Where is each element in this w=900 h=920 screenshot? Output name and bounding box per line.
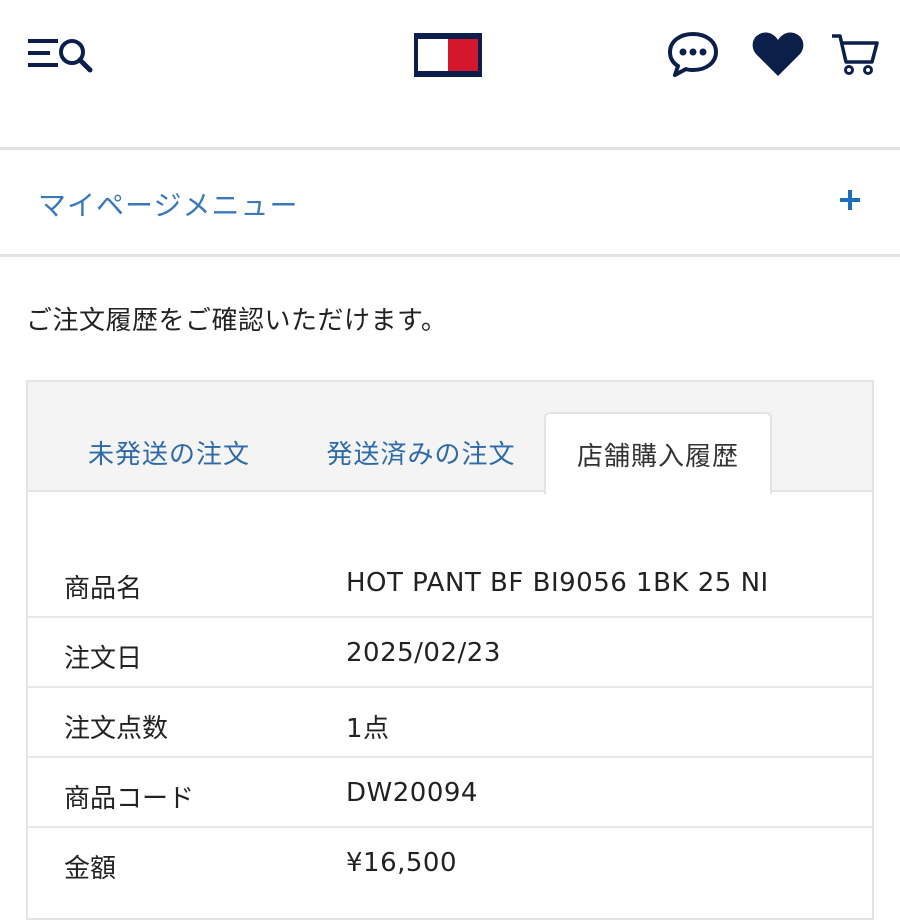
order-date-value: 2025/02/23 [346,638,501,668]
item-count-value: 1点 [346,714,390,744]
menu-divider [0,254,900,257]
product-code-label: 商品コード [64,784,195,814]
mypage-menu-label: マイページメニュー [38,189,299,222]
tab-shipped-orders[interactable]: 発送済みの注文 [294,412,548,492]
table-row: 金額 ¥16,500 [28,828,872,898]
amount-value: ¥16,500 [346,848,458,878]
table-row: 注文点数 1点 [28,688,872,758]
site-header [0,0,900,148]
intro-text: ご注文履歴をご確認いただけます。 [26,306,448,336]
heart-icon[interactable] [750,30,806,78]
product-name-label: 商品名 [64,574,143,604]
menu-search-icon[interactable] [26,34,96,74]
tab-unshipped-orders[interactable]: 未発送の注文 [54,412,284,492]
order-date-label: 注文日 [64,644,143,674]
table-row: 商品名 HOT PANT BF BI9056 1BK 25 NI [28,548,872,618]
cart-icon[interactable] [830,32,880,76]
tommy-hilfiger-flag-logo[interactable] [414,33,482,77]
order-tabs: 未発送の注文 発送済みの注文 店舗購入履歴 [28,382,872,494]
product-code-value: DW20094 [346,778,478,808]
chat-bubble-icon[interactable] [666,30,720,78]
plus-icon[interactable] [838,188,862,212]
mypage-menu-toggle[interactable]: マイページメニュー [0,150,900,254]
tab-store-purchase-history[interactable]: 店舗購入履歴 [544,412,772,494]
order-history-panel: 未発送の注文 発送済みの注文 店舗購入履歴 商品名 HOT PANT BF BI… [26,380,874,920]
item-count-label: 注文点数 [64,714,169,744]
product-name-value: HOT PANT BF BI9056 1BK 25 NI [346,568,769,598]
table-row: 注文日 2025/02/23 [28,618,872,688]
amount-label: 金額 [64,854,117,884]
table-row: 商品コード DW20094 [28,758,872,828]
order-detail-table: 商品名 HOT PANT BF BI9056 1BK 25 NI 注文日 202… [28,548,872,898]
